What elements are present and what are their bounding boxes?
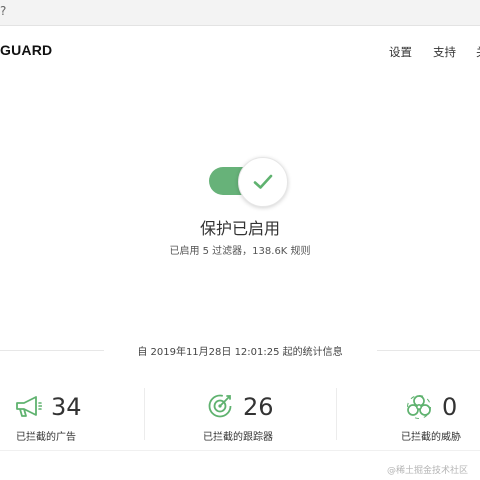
trackers-blocked-count: 26 — [243, 393, 274, 421]
ads-blocked-label: 已拦截的广告 — [16, 432, 76, 443]
column-separator — [336, 388, 337, 440]
biohazard-icon — [407, 395, 431, 419]
ads-blocked-count: 34 — [51, 393, 82, 421]
protection-status-subtitle: 已启用 5 过滤器，138.6K 规则 — [169, 246, 311, 257]
nav-about[interactable]: 关 — [476, 44, 480, 60]
stats-period: 自 2019年11月28日 12:01:25 起的统计信息 — [137, 347, 343, 358]
protection-status-title: 保护已启用 — [199, 219, 280, 238]
threats-blocked-label: 已拦截的威胁 — [401, 432, 461, 443]
trackers-blocked-label: 已拦截的跟踪器 — [203, 432, 273, 443]
threats-blocked-count: 0 — [442, 393, 458, 421]
megaphone-icon — [16, 396, 42, 417]
protection-toggle-knob[interactable] — [238, 157, 288, 207]
divider — [0, 450, 480, 451]
watermark: @稀土掘金技术社区 — [387, 466, 469, 476]
nav-support[interactable]: 支持 — [433, 44, 456, 60]
window-titlebar: ? — [0, 0, 480, 26]
titlebar-glyph: ? — [0, 4, 7, 18]
top-nav: 设置 支持 关 — [0, 44, 480, 60]
target-icon — [208, 394, 232, 418]
checkmark-icon — [253, 174, 273, 189]
column-separator — [144, 388, 145, 440]
nav-settings[interactable]: 设置 — [389, 44, 412, 60]
